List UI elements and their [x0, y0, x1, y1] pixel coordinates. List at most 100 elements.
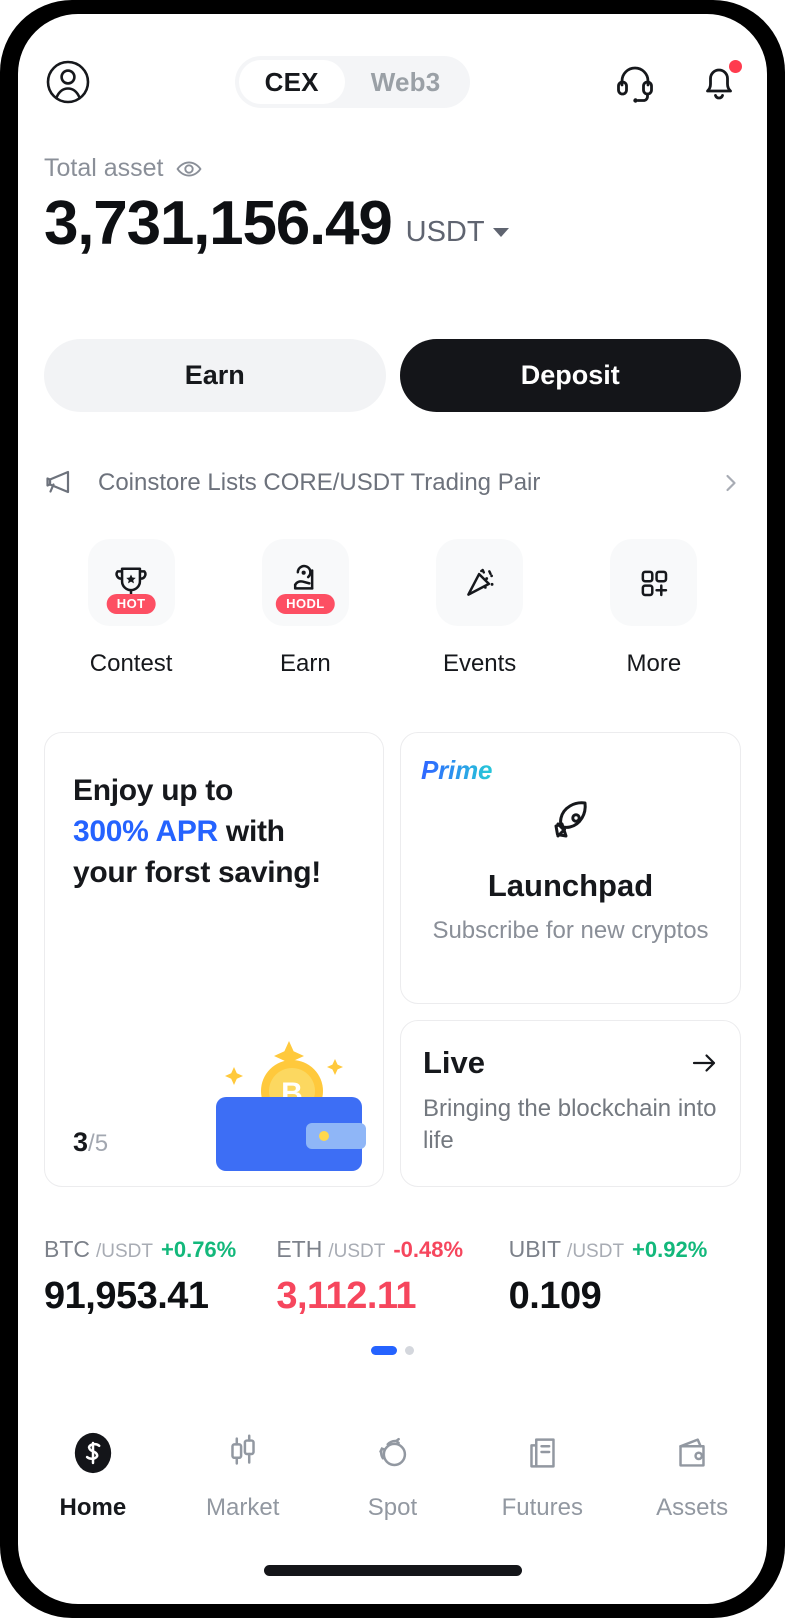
total-asset-header: Total asset	[44, 154, 509, 183]
quick-action-contest[interactable]: HOT Contest	[44, 539, 218, 678]
chevron-right-icon	[721, 473, 741, 493]
user-circle-icon[interactable]	[44, 58, 92, 106]
carousel-indicator	[18, 1346, 767, 1355]
prime-tag: Prime	[421, 755, 493, 785]
savings-promo-card[interactable]: Enjoy up to 300% APR with your forst sav…	[44, 732, 384, 1187]
launchpad-title: Launchpad	[487, 868, 654, 903]
megaphone-icon	[44, 465, 80, 501]
ticker-price: 91,953.41	[44, 1275, 209, 1317]
currency-label: USDT	[405, 216, 485, 248]
rocket-icon	[542, 794, 600, 852]
nav-label: Home	[59, 1494, 127, 1521]
live-card-header: Live	[423, 1045, 718, 1081]
promo-highlight: 300% APR	[73, 814, 218, 848]
ticker-change: -0.48%	[393, 1237, 464, 1262]
announcement-text: Coinstore Lists CORE/USDT Trading Pair	[98, 469, 541, 496]
quick-action-label: Contest	[89, 650, 173, 677]
currency-selector[interactable]: USDT	[406, 216, 509, 255]
live-card[interactable]: Live Bringing the blockchain into life	[400, 1020, 741, 1187]
phone-frame: CEX Web3 Total asset 3,731,156.49 USDT E…	[0, 0, 785, 1618]
ticker-base: BTC	[44, 1236, 90, 1262]
ticker-pair: UBIT/USDT +0.92%	[509, 1236, 741, 1263]
launchpad-card[interactable]: Prime Launchpad Subscribe for new crypto…	[400, 732, 741, 1004]
live-title: Live	[423, 1045, 486, 1080]
quick-action-label: More	[626, 650, 682, 677]
caret-down-icon	[492, 228, 509, 237]
nav-label: Market	[206, 1494, 280, 1521]
coinstore-logo-icon	[70, 1430, 116, 1476]
tab-cex[interactable]: CEX	[238, 60, 345, 104]
ticker-change: +0.76%	[161, 1237, 237, 1262]
app-header: CEX Web3	[18, 42, 767, 122]
announcement-banner[interactable]: Coinstore Lists CORE/USDT Trading Pair	[44, 454, 741, 512]
ticker-pair: ETH/USDT -0.48%	[276, 1236, 508, 1263]
trophy-icon: HOT	[87, 539, 175, 626]
ticker-base: UBIT	[508, 1236, 562, 1262]
promo-headline: Enjoy up to 300% APR with your forst sav…	[73, 771, 355, 893]
earn-button[interactable]: Earn	[44, 339, 386, 412]
ticker-btc[interactable]: BTC/USDT +0.76% 91,953.41	[44, 1236, 276, 1318]
balance-amount-row: 3,731,156.49 USDT	[44, 193, 509, 255]
nav-item-spot[interactable]: Spot	[318, 1430, 468, 1522]
tab-web3[interactable]: Web3	[345, 60, 467, 104]
wallet-icon	[669, 1430, 715, 1476]
total-asset-amount: 3,731,156.49	[44, 189, 393, 258]
ticker-base: ETH	[276, 1236, 323, 1262]
market-ticker-row: BTC/USDT +0.76% 91,953.41 ETH/USDT -0.48…	[44, 1236, 741, 1318]
piggy-hand-icon: HODL	[261, 539, 349, 626]
live-subtitle: Bringing the blockchain into life	[423, 1095, 717, 1155]
arrow-right-icon[interactable]	[690, 1049, 718, 1077]
confetti-icon	[436, 539, 524, 626]
nav-label: Futures	[501, 1494, 583, 1521]
ticker-ubit[interactable]: UBIT/USDT +0.92% 0.109	[509, 1236, 741, 1318]
nav-label: Assets	[656, 1494, 729, 1521]
carousel-dot-active[interactable]	[371, 1346, 397, 1355]
quick-action-label: Earn	[280, 650, 331, 677]
quick-action-more[interactable]: More	[567, 539, 741, 678]
bell-icon[interactable]	[697, 60, 742, 104]
promo-right-column: Prime Launchpad Subscribe for new crypto…	[400, 732, 741, 1187]
promo-page-total: /5	[88, 1130, 109, 1157]
promo-line-1: Enjoy up to	[73, 774, 234, 807]
promo-page-current: 3	[73, 1127, 89, 1157]
quick-actions: HOT Contest HODL Earn Events More	[44, 539, 741, 678]
badge-hot: HOT	[106, 594, 156, 614]
nav-label: Spot	[367, 1494, 418, 1521]
badge-hodl: HODL	[276, 594, 335, 614]
deposit-button[interactable]: Deposit	[399, 339, 741, 412]
launchpad-subtitle: Subscribe for new cryptos	[432, 917, 709, 944]
ticker-quote: /USDT	[567, 1241, 625, 1262]
candlestick-icon	[220, 1430, 266, 1476]
wallet-bitcoin-illustration: B	[194, 1019, 369, 1174]
ticker-quote: /USDT	[328, 1241, 386, 1262]
segmented-control: CEX Web3	[234, 56, 471, 108]
ticker-change: +0.92%	[632, 1237, 708, 1262]
market-mode-switch: CEX Web3	[92, 56, 613, 108]
nav-item-futures[interactable]: Futures	[467, 1430, 617, 1522]
quick-action-earn[interactable]: HODL Earn	[218, 539, 392, 678]
ticker-price: 3,112.11	[276, 1275, 417, 1317]
futures-document-icon	[519, 1430, 565, 1476]
notification-badge	[729, 60, 742, 73]
promo-page-counter: 3/5	[73, 1127, 108, 1158]
promo-line-2-rest: with	[217, 814, 285, 848]
primary-actions: Earn Deposit	[44, 339, 741, 412]
promo-line-3: your forst saving!	[73, 855, 321, 889]
bottom-navigation: Home Market Spot Futures Assets	[18, 1412, 767, 1542]
quick-action-label: Events	[442, 650, 517, 677]
carousel-dot[interactable]	[405, 1346, 414, 1355]
ticker-eth[interactable]: ETH/USDT -0.48% 3,112.11	[276, 1236, 508, 1318]
header-actions	[613, 60, 742, 104]
headset-icon[interactable]	[613, 60, 657, 104]
home-indicator	[263, 1565, 522, 1576]
eye-icon[interactable]	[175, 156, 202, 182]
quick-action-events[interactable]: Events	[393, 539, 567, 678]
swap-circles-icon	[369, 1430, 415, 1476]
ticker-price: 0.109	[508, 1275, 602, 1317]
ticker-pair: BTC/USDT +0.76%	[44, 1236, 276, 1263]
nav-item-home[interactable]: Home	[18, 1430, 168, 1522]
total-asset-label: Total asset	[44, 154, 164, 182]
nav-item-assets[interactable]: Assets	[617, 1430, 767, 1522]
nav-item-market[interactable]: Market	[168, 1430, 318, 1522]
ticker-quote: /USDT	[96, 1241, 153, 1262]
